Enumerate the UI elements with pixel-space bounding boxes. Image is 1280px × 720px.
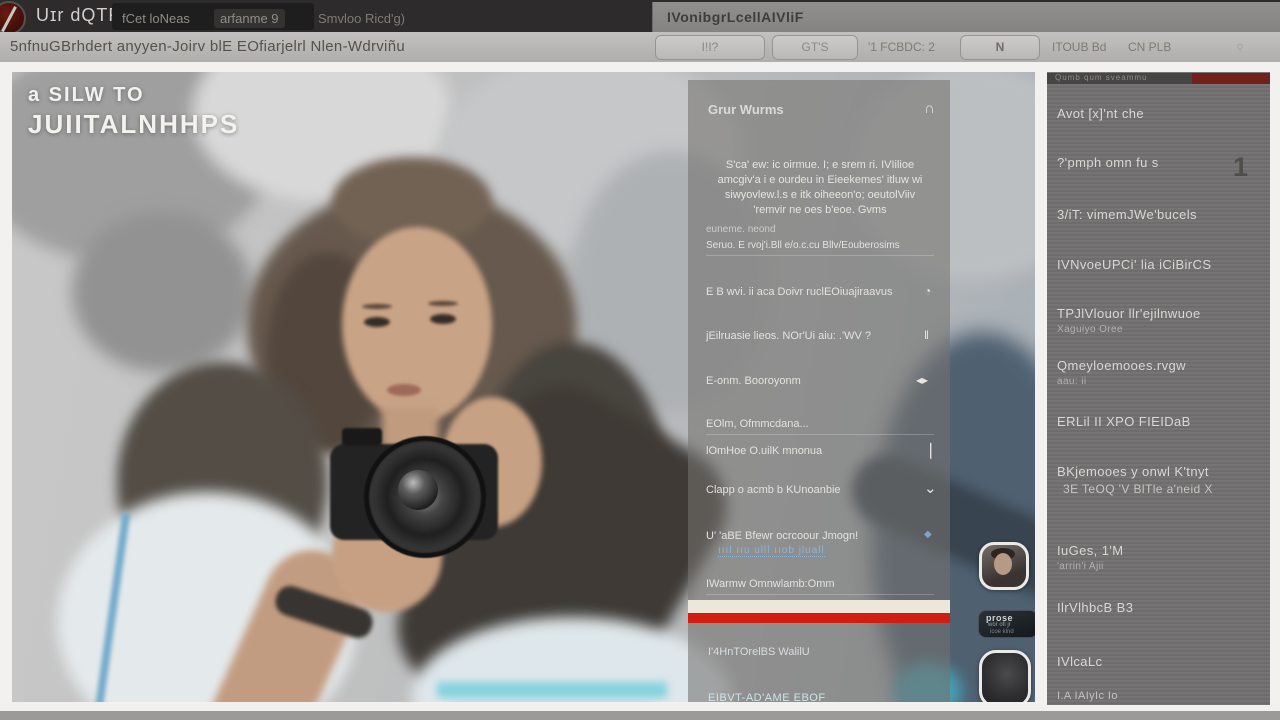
sidebar-item-4[interactable]: IVNvoeUPCi' lia iCiBirCS (1057, 257, 1257, 272)
overlay-description-line: siwyovlew.l.s e itk oiheeon'o; oeutolVii… (706, 188, 934, 203)
diamond-icon[interactable]: ◆ (924, 529, 932, 540)
overlay-menu-item[interactable]: lOmHoe O.uilK mnonua (706, 445, 934, 457)
sidebar-item-8[interactable]: BKjemooes y onwl K'tnyt 3E TeOQ 'V BlTle… (1057, 464, 1257, 496)
overlay-header: Grur Wurms (708, 102, 784, 117)
right-sidebar: Qumb qum sveammu Avot [x]'nt che ?'pmph … (1047, 72, 1270, 705)
active-tab-label: IVonibgrLcellAIVliF (667, 9, 804, 25)
watermark-badge[interactable]: prose wor ofi jr icoe klnd (978, 610, 1035, 638)
sidebar-item-7[interactable]: ERLil II XPO FIEIDaB (1057, 414, 1257, 429)
caption-line-1: a SILW TO (28, 84, 239, 107)
overlay-menu-item[interactable]: jEilruasie lieos. NOr'Ui aiu: .'WV ? (706, 330, 934, 342)
toolbar-button-2[interactable]: GT'S (772, 35, 858, 60)
toolbar-button-n[interactable]: N (960, 35, 1040, 60)
share-overlay-panel: Grur Wurms ∩ S'ca' ew: ic oirmue. I; e s… (688, 80, 950, 702)
overlay-menu-item[interactable]: Clapp o acmb b KUnoanbie (706, 484, 934, 496)
desktop-strip (0, 711, 1280, 720)
overlay-menu-item[interactable]: Seruo. E rvoj'i.Bll e/o.c.cu Bllv/Eouber… (706, 240, 934, 256)
sidebar-item-11[interactable]: IVlcaLc (1057, 654, 1257, 669)
address-bar[interactable]: 5nfnuGBrhdert anyyen-Joirv blE EOfiarjel… (10, 38, 570, 55)
app-title: Uɪr dQTR (36, 5, 122, 26)
toolbar-label-cnplb: CN PLB (1128, 40, 1171, 54)
tab-group: fCet loNeas arfanme 9 (112, 3, 314, 30)
sidebar-item-sub: aau: ii (1057, 376, 1257, 387)
app-logo-icon[interactable] (0, 1, 26, 35)
arrows-icon[interactable]: ◂▸ (916, 373, 928, 387)
chevron-down-icon[interactable]: ⌄ (924, 479, 937, 497)
toolbar-label-fcbdc: '1 FCBDC: 2 (868, 40, 935, 54)
photo-caption: a SILW TO JUIITALNHHPS (28, 84, 239, 140)
sidebar-item-sub: 'arrin'i Ajii (1057, 561, 1257, 572)
overlay-description-sub: euneme. neond (706, 224, 826, 235)
overlay-description: S'ca' ew: ic oirmue. I; e srem ri. IVIil… (706, 158, 934, 218)
sidebar-item-1[interactable]: Avot [x]'nt che (1057, 106, 1257, 121)
watermark-text: icoe klnd (990, 629, 1014, 635)
overlay-menu-item[interactable]: E-onm. Booroyonm (706, 375, 934, 387)
sidebar-item-label: TPJlVlouor llr'ejilnwuoe (1057, 306, 1257, 321)
search-icon[interactable]: ⌕ (1231, 37, 1250, 56)
avatar-thumbnail-1[interactable] (979, 542, 1029, 590)
sidebar-item-label: BKjemooes y onwl K'tnyt (1057, 464, 1257, 479)
progress-bar-red (688, 613, 950, 623)
sidebar-top-strip: Qumb qum sveammu (1047, 73, 1270, 84)
overlay-menu-item[interactable]: EOlm, Ofmmcdana... (706, 418, 934, 435)
sidebar-top-note: Qumb qum sveammu (1055, 73, 1147, 82)
overlay-footer-item[interactable]: EIBVT-AD'AME EBOF (708, 692, 826, 702)
overlay-menu-item[interactable]: U' 'aBE Bfewr ocrcoour Jmogn! (706, 530, 934, 542)
overlay-menu-item[interactable]: E B wvi. ii aca Doivr ruclEOiuajiraavus (706, 286, 934, 298)
sidebar-item-2[interactable]: ?'pmph omn fu s (1057, 155, 1257, 170)
pause-icon[interactable]: ‖ (924, 328, 929, 342)
overlay-link[interactable]: ıııl ııu ulll ııob jluall (718, 545, 825, 557)
sidebar-top-strip-red (1192, 73, 1270, 84)
sidebar-item-label: Qmeyloemooes.rvgw (1057, 358, 1257, 373)
tab-3[interactable]: Smvloo Ricd'g) (318, 11, 405, 26)
overlay-description-line: amcgiv'a i e ourdeu in Eieekemes' itluw … (706, 173, 934, 188)
sidebar-item-3[interactable]: 3/iT: vimemJWe'bucels (1057, 207, 1257, 222)
toolbar-button-1[interactable]: I!I? (655, 35, 765, 60)
address-toolbar: 5nfnuGBrhdert anyyen-Joirv blE EOfiarjel… (0, 32, 1280, 63)
overlay-footer-item[interactable]: I'4HnTOrelBS WalilU (708, 646, 810, 658)
clock-icon[interactable]: ◔ (924, 284, 931, 298)
avatar-thumbnail-2[interactable] (979, 650, 1031, 702)
sidebar-item-sub: 3E TeOQ 'V BlTle a'neid X (1063, 482, 1257, 496)
sidebar-item-9[interactable]: IuGes, 1'M 'arrin'i Ajii (1057, 543, 1257, 572)
tab-1[interactable]: fCet loNeas (122, 11, 190, 26)
sidebar-item-5[interactable]: TPJlVlouor llr'ejilnwuoe Xaguiyo Oree (1057, 306, 1257, 335)
avatar-face (994, 553, 1012, 575)
overlay-description-line: S'ca' ew: ic oirmue. I; e srem ri. IVIil… (706, 158, 934, 173)
sidebar-item-sub: Xaguiyo Oree (1057, 324, 1257, 335)
sidebar-item-12[interactable]: I.A IAIyIc Io (1057, 690, 1257, 702)
overlay-menu-item[interactable]: IWarmw Omnwlamb:Omm (706, 578, 934, 595)
watermark-text: wor ofi jr (988, 622, 1011, 628)
girl-photographer-photo: a SILW TO JUIITALNHHPS Grur Wurms ∩ S'ca… (12, 72, 1035, 702)
overlay-description-line: 'remvir ne oes b'eoe. Gvms (706, 203, 934, 218)
sidebar-item-6[interactable]: Qmeyloemooes.rvgw aau: ii (1057, 358, 1257, 387)
caption-line-2: JUIITALNHHPS (28, 109, 239, 140)
browser-titlebar: Uɪr dQTR fCet loNeas arfanme 9 Smvloo Ri… (0, 0, 1280, 32)
bar-icon[interactable]: ❘ (924, 440, 937, 460)
pin-icon[interactable]: ∩ (924, 100, 935, 117)
sidebar-item-label: IuGes, 1'M (1057, 543, 1257, 558)
active-tab[interactable]: IVonibgrLcellAIVliF (652, 2, 1280, 32)
progress-track (688, 600, 950, 613)
tab-2[interactable]: arfanme 9 (214, 9, 285, 28)
sidebar-item-10[interactable]: IlrVlhbcB B3 (1057, 600, 1257, 615)
toolbar-label-itcus: ITOUB Bd (1052, 40, 1106, 54)
notification-badge: 1 (1233, 152, 1248, 183)
